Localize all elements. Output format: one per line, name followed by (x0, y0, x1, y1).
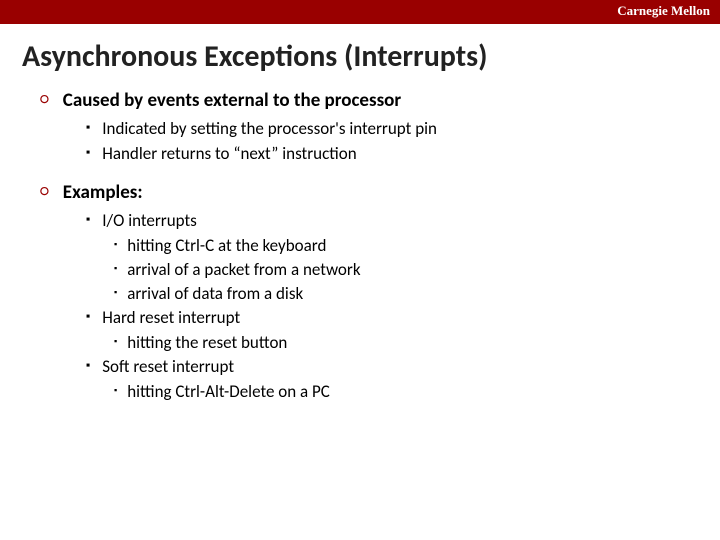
list-item: ▪ Indicated by setting the processor's i… (86, 117, 720, 140)
list-item: ▪ I/O interrupts (86, 209, 720, 232)
bullet-square: ▪ (86, 355, 90, 377)
list-item-text: Handler returns to “next” instruction (102, 142, 356, 165)
list-item-text: Indicated by setting the processor's int… (102, 117, 437, 140)
list-item: ▪ Soft reset interrupt (86, 355, 720, 378)
header-label: Carnegie Mellon (617, 3, 710, 19)
bullet-small-square: ▪ (114, 234, 117, 256)
sublist-item-text: hitting the reset button (127, 331, 287, 354)
sublist-item-text: arrival of a packet from a network (127, 258, 360, 281)
bullet-small-square: ▪ (114, 282, 117, 304)
section-heading-text: Caused by events external to the process… (63, 89, 401, 113)
section-heading: ○ Examples: (40, 181, 720, 205)
sublist-item: ▪ arrival of data from a disk (114, 282, 720, 305)
sublist-item-text: hitting Ctrl-C at the keyboard (127, 234, 326, 257)
bullet-circle: ○ (40, 181, 49, 203)
sublist-item: ▪ arrival of a packet from a network (114, 258, 720, 281)
bullet-square: ▪ (86, 209, 90, 231)
bullet-circle: ○ (40, 89, 49, 111)
section-items: ▪ Indicated by setting the processor's i… (86, 117, 720, 165)
list-item: ▪ Hard reset interrupt (86, 306, 720, 329)
list-item-text: Hard reset interrupt (102, 306, 240, 329)
section-heading: ○ Caused by events external to the proce… (40, 89, 720, 113)
sublist-item: ▪ hitting Ctrl-Alt-Delete on a PC (114, 380, 720, 403)
bullet-small-square: ▪ (114, 331, 117, 353)
sublist-item: ▪ hitting Ctrl-C at the keyboard (114, 234, 720, 257)
sublist: ▪ hitting Ctrl-Alt-Delete on a PC (114, 380, 720, 403)
list-item-text: I/O interrupts (102, 209, 197, 232)
section-items: ▪ I/O interrupts ▪ hitting Ctrl-C at the… (86, 209, 720, 403)
slide-content: ○ Caused by events external to the proce… (40, 89, 720, 403)
bullet-small-square: ▪ (114, 258, 117, 280)
sublist-item: ▪ hitting the reset button (114, 331, 720, 354)
list-item-text: Soft reset interrupt (102, 355, 234, 378)
header-bar: Carnegie Mellon (0, 0, 720, 24)
section-heading-text: Examples: (63, 181, 143, 205)
sublist: ▪ hitting Ctrl-C at the keyboard ▪ arriv… (114, 234, 720, 305)
bullet-square: ▪ (86, 306, 90, 328)
bullet-square: ▪ (86, 142, 90, 164)
slide-title: Asynchronous Exceptions (Interrupts) (22, 38, 720, 75)
list-item: ▪ Handler returns to “next” instruction (86, 142, 720, 165)
bullet-square: ▪ (86, 117, 90, 139)
sublist-item-text: arrival of data from a disk (127, 282, 303, 305)
sublist: ▪ hitting the reset button (114, 331, 720, 354)
sublist-item-text: hitting Ctrl-Alt-Delete on a PC (127, 380, 330, 403)
bullet-small-square: ▪ (114, 380, 117, 402)
